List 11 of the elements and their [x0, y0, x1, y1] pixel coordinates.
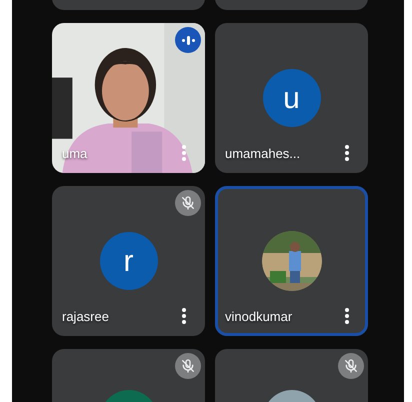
more-options-icon[interactable]	[344, 307, 350, 326]
avatar: u	[262, 69, 320, 127]
participant-name: umamahes...	[225, 144, 300, 162]
participant-name: vinodkumar	[225, 308, 292, 326]
more-options-icon[interactable]	[344, 144, 350, 162]
avatar: r	[100, 232, 158, 290]
participant-tile[interactable]: r rajasree	[52, 186, 205, 336]
participant-tile[interactable]: u umamahes...	[215, 23, 368, 173]
participant-tile[interactable]: vinodkumar	[215, 186, 368, 336]
participant-name: rajasree	[62, 308, 109, 326]
more-options-icon[interactable]	[181, 307, 187, 326]
